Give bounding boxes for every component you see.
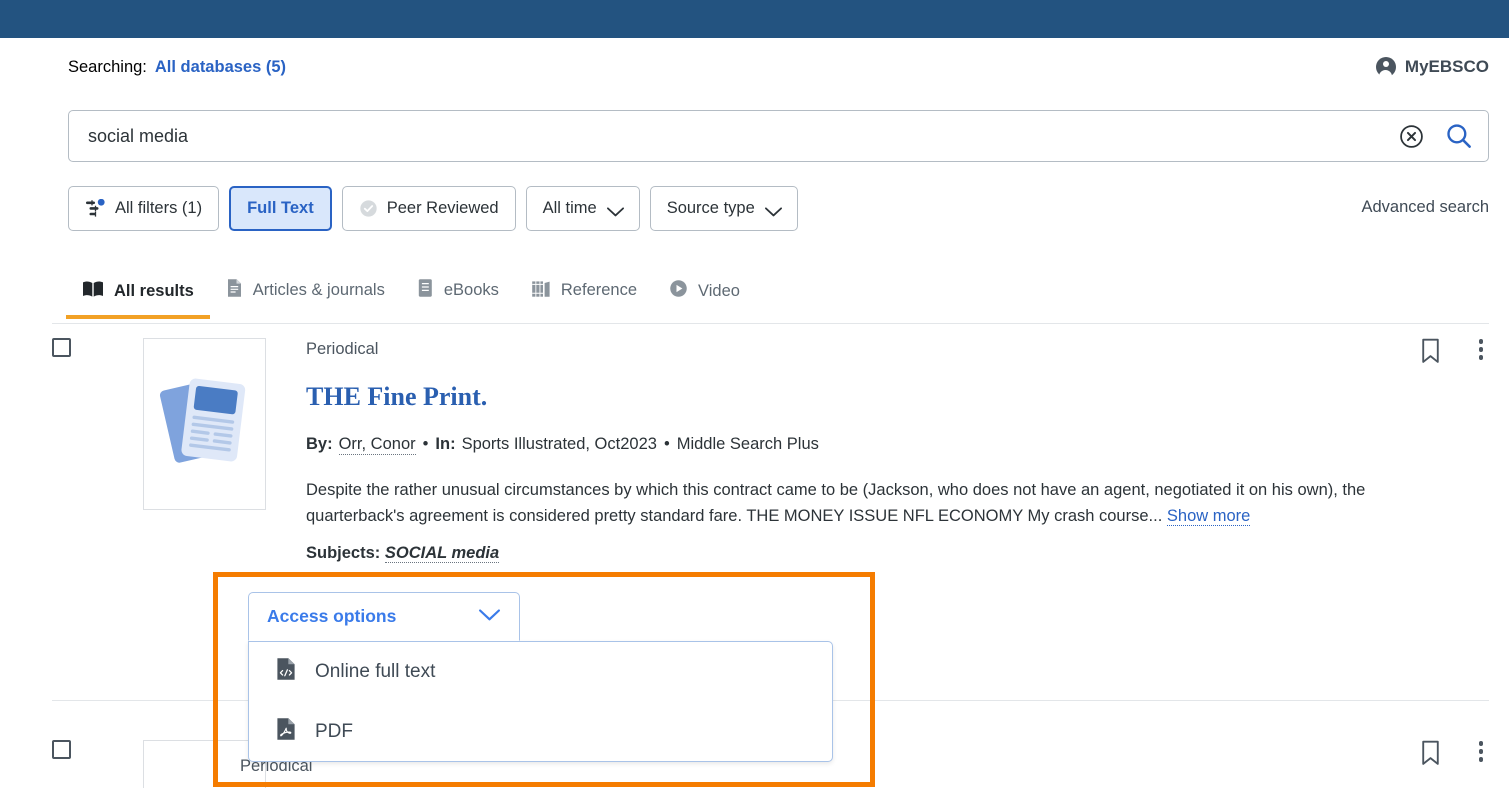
filter-peer-reviewed-label: Peer Reviewed <box>386 199 499 217</box>
article-page-icon <box>226 278 243 303</box>
tabs-divider <box>52 323 1489 324</box>
result-title-link[interactable]: THE Fine Print. <box>306 382 487 412</box>
access-options-menu: Online full text PDF <box>248 641 833 762</box>
byline-in-label: In: <box>435 435 456 453</box>
result-type-tabs: All results Articles & journals eBooks R… <box>66 274 756 319</box>
search-input[interactable] <box>69 124 1394 148</box>
result-kind-label: Periodical <box>306 340 379 358</box>
play-circle-icon <box>669 279 688 303</box>
periodical-thumbnail-icon <box>157 368 253 481</box>
access-option-pdf[interactable]: PDF <box>249 702 832 762</box>
more-options-icon[interactable] <box>1478 741 1483 762</box>
show-more-link[interactable]: Show more <box>1166 507 1251 526</box>
tab-ebooks-label: eBooks <box>443 281 499 299</box>
searching-row: Searching: All databases (5) <box>68 58 286 77</box>
advanced-search-link[interactable]: Advanced search <box>1362 198 1490 217</box>
tab-ebooks[interactable]: eBooks <box>401 274 515 319</box>
html-document-icon <box>276 657 296 687</box>
chevron-down-icon <box>606 204 624 216</box>
search-icon[interactable] <box>1436 113 1482 159</box>
byline-separator-1: • <box>422 435 429 453</box>
clear-circle-icon[interactable] <box>1394 119 1428 153</box>
result-source: Sports Illustrated, Oct2023 <box>461 435 657 453</box>
user-circle-icon <box>1375 57 1396 78</box>
filter-all-filters-label: All filters (1) <box>115 199 203 217</box>
byline-by-label: By: <box>306 435 333 453</box>
chevron-down-icon <box>764 204 782 216</box>
filter-all-time-label: All time <box>542 199 597 217</box>
tab-all-results[interactable]: All results <box>66 276 210 319</box>
filter-sliders-icon <box>85 198 106 218</box>
books-shelf-icon <box>531 278 551 303</box>
access-options-label: Access options <box>267 606 397 626</box>
filter-source-type-button[interactable]: Source type <box>649 186 798 231</box>
access-options-button[interactable]: Access options <box>248 592 520 641</box>
tab-articles-journals-label: Articles & journals <box>252 281 385 299</box>
tab-video[interactable]: Video <box>653 275 756 319</box>
searching-label: Searching: <box>68 58 147 76</box>
bookmark-icon[interactable] <box>1420 338 1441 369</box>
tab-video-label: Video <box>698 281 740 300</box>
search-bar[interactable] <box>68 110 1489 162</box>
subject-term-link[interactable]: SOCIAL media <box>384 544 500 563</box>
filter-all-time-button[interactable]: All time <box>525 186 640 231</box>
more-options-icon[interactable] <box>1478 339 1483 360</box>
top-banner <box>0 0 1509 38</box>
bookmark-icon[interactable] <box>1420 740 1441 771</box>
access-option-online-full-text[interactable]: Online full text <box>249 642 832 702</box>
filter-toolbar: All filters (1) Full Text Peer Reviewed … <box>68 186 798 231</box>
result-abstract: Despite the rather unusual circumstances… <box>306 477 1418 529</box>
result-checkbox[interactable] <box>52 740 71 759</box>
access-option-label: Online full text <box>315 661 436 682</box>
tab-reference-label: Reference <box>560 281 638 299</box>
result-subjects: Subjects: SOCIAL media <box>306 544 500 563</box>
byline-separator-2: • <box>663 435 670 453</box>
peer-reviewed-badge-icon <box>359 199 378 218</box>
result-checkbox[interactable] <box>52 338 71 357</box>
tab-all-results-label: All results <box>114 282 194 300</box>
filter-full-text-button[interactable]: Full Text <box>229 186 332 231</box>
result-byline: By: Orr, Conor • In: Sports Illustrated,… <box>306 435 819 455</box>
filter-peer-reviewed-button[interactable]: Peer Reviewed <box>341 186 516 231</box>
tab-reference[interactable]: Reference <box>515 274 653 319</box>
tab-articles-journals[interactable]: Articles & journals <box>210 274 401 319</box>
filter-all-filters-button[interactable]: All filters (1) <box>68 186 220 231</box>
myebsco-label: MyEBSCO <box>1404 57 1489 76</box>
filter-full-text-label: Full Text <box>247 199 314 217</box>
result-thumbnail[interactable] <box>143 338 266 510</box>
subjects-label: Subjects: <box>306 544 381 562</box>
chevron-down-icon <box>478 606 501 627</box>
result-database: Middle Search Plus <box>676 435 819 453</box>
filter-source-type-label: Source type <box>666 199 755 217</box>
pdf-document-icon <box>276 717 296 747</box>
myebsco-account-button[interactable]: MyEBSCO <box>1375 57 1489 78</box>
access-option-label: PDF <box>315 721 353 742</box>
all-databases-link[interactable]: All databases (5) <box>155 58 286 77</box>
ebook-icon <box>417 278 434 303</box>
result-author-link[interactable]: Orr, Conor <box>338 435 416 455</box>
open-book-icon <box>82 280 104 303</box>
